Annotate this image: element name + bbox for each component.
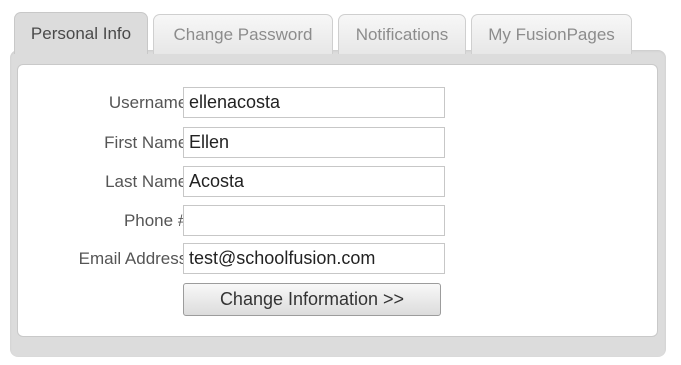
- last-name-label: Last Name:: [105, 172, 192, 191]
- first-name-row: First Name:: [18, 127, 657, 159]
- phone-label: Phone #:: [123, 211, 192, 230]
- first-name-input[interactable]: [183, 127, 445, 158]
- phone-input[interactable]: [183, 205, 445, 236]
- username-label: Username:: [108, 93, 192, 112]
- personal-info-form: Username: First Name: Last Name: Phone #…: [17, 64, 658, 337]
- first-name-label: First Name:: [104, 133, 192, 152]
- email-input[interactable]: [183, 243, 445, 274]
- email-row: Email Address:: [18, 243, 657, 275]
- username-input[interactable]: [183, 87, 445, 118]
- tab-notifications[interactable]: Notifications: [338, 14, 466, 54]
- tab-bar: Personal Info Change Password Notificati…: [14, 12, 637, 54]
- tab-personal-info[interactable]: Personal Info: [14, 12, 148, 54]
- username-row: Username:: [18, 87, 657, 119]
- email-label: Email Address:: [78, 249, 192, 268]
- phone-row: Phone #:: [18, 205, 657, 237]
- last-name-row: Last Name:: [18, 166, 657, 198]
- change-information-button[interactable]: Change Information >>: [183, 283, 441, 316]
- tab-my-fusionpages[interactable]: My FusionPages: [471, 14, 632, 54]
- last-name-input[interactable]: [183, 166, 445, 197]
- tab-change-password[interactable]: Change Password: [153, 14, 333, 54]
